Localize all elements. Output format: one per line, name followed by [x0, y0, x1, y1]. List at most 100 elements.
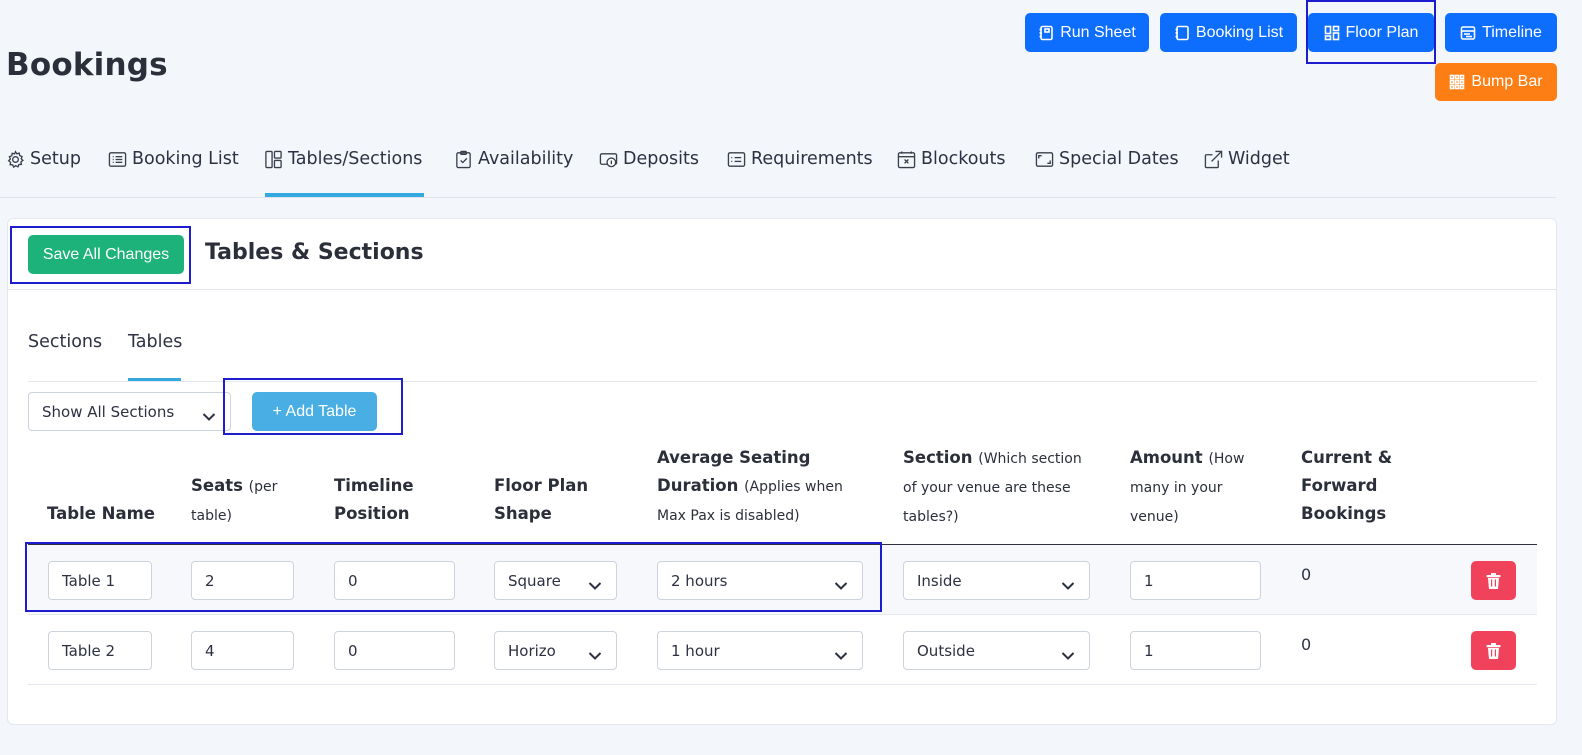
col-header-avg-duration: Average Seating Duration (Applies when M… — [657, 444, 857, 530]
floor-plan-shape-value: Square — [508, 571, 561, 590]
timeline-button[interactable]: Timeline — [1445, 13, 1557, 52]
external-link-icon — [1204, 150, 1223, 168]
avg-duration-select[interactable]: 1 hour — [657, 631, 863, 670]
add-table-button[interactable]: + Add Table — [252, 392, 377, 431]
amount-input[interactable]: 1 — [1130, 561, 1261, 600]
delete-table-button[interactable] — [1471, 631, 1516, 670]
tab-widget-label: Widget — [1228, 149, 1290, 169]
notebook-icon — [1039, 25, 1053, 40]
clipboard-check-icon — [456, 150, 471, 168]
delete-table-button[interactable] — [1471, 561, 1516, 600]
chevron-down-icon — [1061, 576, 1075, 590]
seats-input[interactable]: 4 — [191, 631, 294, 670]
tab-blockouts[interactable]: Blockouts — [897, 146, 1005, 172]
tables-sections-card: Save All Changes Tables & Sections Secti… — [7, 218, 1557, 725]
grid-icon — [1450, 74, 1465, 90]
card-title: Tables & Sections — [205, 240, 424, 265]
subtab-tables[interactable]: Tables — [128, 332, 182, 352]
col-header-floor-plan-shape-text: Floor Plan Shape — [494, 476, 589, 523]
run-sheet-button[interactable]: Run Sheet — [1025, 13, 1149, 52]
avg-duration-select[interactable]: 2 hours — [657, 561, 863, 600]
tab-availability[interactable]: Availability — [454, 146, 573, 172]
table-row: Table 2 4 0 Horizo 1 hour Outside 1 0 — [28, 615, 1537, 685]
chevron-down-icon — [588, 646, 602, 660]
col-header-timeline-position: Timeline Position — [334, 472, 454, 528]
journal-icon — [1175, 25, 1189, 40]
bump-bar-label: Bump Bar — [1471, 73, 1543, 90]
tab-setup[interactable]: Setup — [6, 146, 81, 172]
floor-plan-shape-value: Horizo — [508, 641, 556, 660]
section-value: Outside — [917, 641, 975, 660]
section-filter-select[interactable]: Show All Sections — [28, 392, 231, 431]
layout-icon — [265, 150, 282, 168]
col-header-amount: Amount (How many in your venue) — [1130, 444, 1258, 531]
col-header-seats-text: Seats — [191, 476, 243, 495]
col-header-current-bookings-text: Current & Forward Bookings — [1301, 448, 1393, 523]
floor-plan-shape-select[interactable]: Square — [494, 561, 617, 600]
table-row: Table 1 2 0 Square 2 hours Inside 1 0 — [28, 545, 1537, 615]
col-header-table-name-text: Table Name — [47, 504, 155, 523]
col-header-amount-text: Amount — [1130, 448, 1203, 467]
chevron-down-icon — [202, 407, 216, 421]
floor-plan-button[interactable]: Floor Plan — [1308, 13, 1434, 52]
col-header-timeline-position-text: Timeline Position — [334, 476, 414, 523]
card-list-icon — [727, 151, 746, 167]
tab-requirements-label: Requirements — [751, 149, 873, 169]
tab-booking-list[interactable]: Booking List — [108, 146, 239, 172]
frame-icon — [1035, 151, 1054, 167]
page-title: Bookings — [6, 47, 168, 83]
tab-deposits[interactable]: Deposits — [599, 146, 699, 172]
gear-icon — [7, 149, 24, 168]
table-name-input[interactable]: Table 1 — [48, 561, 152, 600]
col-header-section: Section (Which section of your venue are… — [903, 444, 1098, 531]
tab-special-dates[interactable]: Special Dates — [1035, 146, 1179, 172]
tab-availability-label: Availability — [478, 149, 574, 169]
avg-duration-value: 2 hours — [671, 571, 728, 590]
chevron-down-icon — [1061, 646, 1075, 660]
col-header-table-name: Table Name — [47, 500, 155, 528]
floor-plan-shape-select[interactable]: Horizo — [494, 631, 617, 670]
booking-list-label: Booking List — [1195, 23, 1284, 41]
section-value: Inside — [917, 571, 962, 590]
col-header-seats: Seats (per table) — [191, 472, 301, 530]
bump-bar-button[interactable]: Bump Bar — [1435, 63, 1557, 101]
tab-booking-list-label: Booking List — [132, 149, 239, 169]
card-header: Save All Changes Tables & Sections — [8, 219, 1556, 290]
settings-tabs: Setup Booking List Tables/Sections Avail… — [0, 124, 1556, 198]
list-icon — [108, 151, 127, 167]
avg-duration-value: 1 hour — [671, 641, 720, 660]
chevron-down-icon — [834, 646, 848, 660]
col-header-section-text: Section — [903, 448, 973, 467]
timeline-label: Timeline — [1482, 23, 1542, 41]
tab-requirements[interactable]: Requirements — [727, 146, 873, 172]
tab-widget[interactable]: Widget — [1204, 146, 1290, 172]
section-select[interactable]: Inside — [903, 561, 1090, 600]
trash-icon — [1486, 572, 1501, 589]
active-tab-indicator — [265, 193, 424, 197]
current-bookings-count: 0 — [1301, 565, 1312, 584]
col-header-current-bookings: Current & Forward Bookings — [1301, 444, 1401, 528]
tab-special-dates-label: Special Dates — [1059, 149, 1179, 169]
subtab-divider — [28, 381, 1537, 382]
save-all-changes-button[interactable]: Save All Changes — [28, 235, 184, 274]
subtab-sections[interactable]: Sections — [28, 332, 102, 352]
timeline-position-input[interactable]: 0 — [334, 631, 455, 670]
section-filter-value: Show All Sections — [42, 402, 175, 421]
tab-tables-sections-label: Tables/Sections — [288, 149, 423, 169]
deposit-icon — [599, 152, 618, 167]
timeline-position-input[interactable]: 0 — [334, 561, 455, 600]
col-header-floor-plan-shape: Floor Plan Shape — [494, 472, 614, 528]
seats-input[interactable]: 2 — [191, 561, 294, 600]
trash-icon — [1486, 642, 1501, 659]
amount-input[interactable]: 1 — [1130, 631, 1261, 670]
tab-tables-sections[interactable]: Tables/Sections — [264, 146, 422, 172]
floor-plan-icon — [1324, 25, 1339, 40]
tab-blockouts-label: Blockouts — [921, 149, 1006, 169]
current-bookings-count: 0 — [1301, 635, 1312, 654]
section-select[interactable]: Outside — [903, 631, 1090, 670]
tab-deposits-label: Deposits — [623, 149, 700, 169]
calendar-x-icon — [897, 150, 916, 168]
table-name-input[interactable]: Table 2 — [48, 631, 152, 670]
chevron-down-icon — [588, 576, 602, 590]
booking-list-button[interactable]: Booking List — [1160, 13, 1297, 52]
